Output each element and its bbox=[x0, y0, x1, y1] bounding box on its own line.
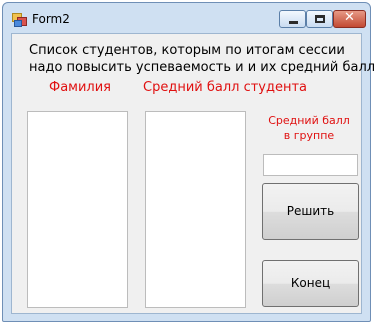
minimize-button[interactable] bbox=[279, 10, 306, 28]
maximize-button[interactable] bbox=[306, 10, 333, 28]
form-window: Form2 ✕ Список студентов, которым по ито… bbox=[2, 2, 375, 322]
close-button[interactable]: ✕ bbox=[333, 10, 366, 28]
student-average-listbox[interactable] bbox=[145, 111, 246, 308]
group-average-label-line-2: в группе bbox=[283, 129, 335, 142]
title-bar[interactable]: Form2 ✕ bbox=[3, 3, 370, 34]
app-icon bbox=[12, 13, 27, 27]
description-text: Список студентов, которым по итогам сесс… bbox=[29, 42, 375, 76]
form-client-area: Список студентов, которым по итогам сесс… bbox=[11, 33, 375, 314]
maximize-icon bbox=[315, 15, 325, 23]
minimize-icon bbox=[289, 21, 298, 24]
close-icon: ✕ bbox=[344, 10, 355, 25]
group-average-textbox[interactable] bbox=[263, 154, 358, 176]
solve-button[interactable]: Решить bbox=[262, 183, 359, 240]
group-average-label: Средний балл в группе bbox=[264, 113, 354, 143]
end-button[interactable]: Конец bbox=[262, 260, 359, 307]
student-average-label: Средний балл студента bbox=[143, 80, 308, 95]
surname-listbox[interactable] bbox=[27, 111, 128, 308]
window-title: Form2 bbox=[32, 12, 70, 26]
surname-label: Фамилия bbox=[49, 80, 111, 95]
group-average-label-line-1: Средний балл bbox=[268, 114, 350, 127]
description-line-1: Список студентов, которым по итогам сесс… bbox=[29, 43, 345, 58]
description-line-2: надо повысить успеваемость и и их средни… bbox=[29, 60, 375, 75]
